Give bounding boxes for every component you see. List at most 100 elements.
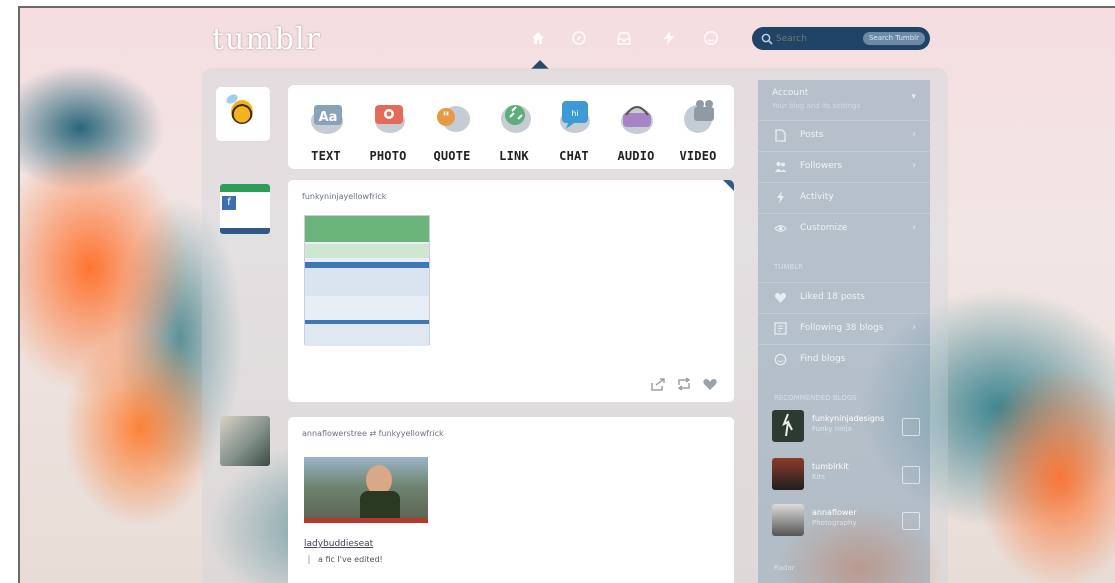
- chevron-right-icon: ›: [912, 129, 916, 140]
- post-type-label: PHOTO: [369, 149, 407, 163]
- follow-button[interactable]: [902, 418, 920, 436]
- post-type-quote[interactable]: " QUOTE: [422, 89, 482, 167]
- sidebar-item-following[interactable]: Following 38 blogs ›: [758, 313, 930, 344]
- post-title[interactable]: ladybuddieseat: [304, 539, 373, 549]
- post-type-chat[interactable]: hi CHAT: [544, 89, 604, 167]
- recommended-label: RECOMMENDED BLOGS: [774, 394, 857, 402]
- recommended-blog[interactable]: annaflower Photography: [772, 504, 922, 544]
- share-icon[interactable]: [650, 376, 666, 391]
- blog-desc: Funky ninja: [812, 425, 852, 433]
- heart-icon: [774, 291, 787, 304]
- blog-avatar: [772, 504, 804, 536]
- chevron-right-icon: ›: [912, 160, 916, 171]
- sidebar: Account Your blog and its settings ▾ Pos…: [758, 80, 930, 583]
- sidebar-item-find-blogs[interactable]: Find blogs: [758, 344, 930, 375]
- post-card: annaflowerstree ⇄ funkyyellowfrick ladyb…: [288, 417, 734, 583]
- home-icon[interactable]: [530, 30, 546, 46]
- link-icon: [501, 105, 531, 133]
- post-actions: [650, 376, 718, 391]
- post-image[interactable]: [304, 457, 428, 523]
- video-icon: [684, 100, 714, 133]
- post-type-photo[interactable]: PHOTO: [358, 89, 418, 167]
- post-author-line[interactable]: funkyninjayellowfrick: [302, 192, 386, 201]
- post-type-text[interactable]: Aa TEXT: [296, 89, 356, 167]
- blog-avatar: [772, 458, 804, 490]
- sidebar-item-label: Followers: [800, 161, 843, 171]
- top-bar: tumblr Search Tumblr: [20, 8, 1115, 69]
- post-reblog-line[interactable]: annaflowerstree ⇄ funkyyellowfrick: [302, 429, 444, 438]
- sidebar-item-label: Activity: [800, 192, 834, 202]
- blog-avatar: [772, 410, 804, 442]
- post-quote-body: a fic I've edited!: [308, 555, 383, 564]
- people-icon: [774, 160, 787, 173]
- post-type-label: LINK: [499, 149, 529, 163]
- lightning-icon: [774, 191, 787, 204]
- following-icon: [774, 322, 787, 335]
- section-label: TUMBLR: [774, 263, 804, 271]
- smiley-icon: [774, 353, 787, 366]
- account-label[interactable]: Account: [772, 88, 808, 98]
- search-icon: [760, 31, 774, 45]
- post-type-bar: Aa TEXT PHOTO " QUOTE LINK hi CHAT AUDIO…: [288, 85, 734, 169]
- blog-name: tumblrkit: [812, 462, 849, 471]
- post-image[interactable]: [304, 215, 430, 346]
- post-type-audio[interactable]: AUDIO: [606, 89, 666, 167]
- sidebar-item-customize[interactable]: Customize ›: [758, 213, 930, 244]
- eye-icon: [774, 222, 787, 235]
- post-type-video[interactable]: VIDEO: [668, 89, 728, 167]
- svg-text:Aa: Aa: [319, 110, 338, 125]
- follow-button[interactable]: [902, 466, 920, 484]
- search-input[interactable]: [774, 30, 858, 48]
- sidebar-item-label: Following 38 blogs: [800, 323, 884, 333]
- quote-icon: ": [437, 106, 470, 132]
- reblog-icon[interactable]: [676, 376, 692, 391]
- post-type-link[interactable]: LINK: [484, 89, 544, 167]
- chat-icon: hi: [560, 101, 590, 133]
- post-type-label: TEXT: [311, 149, 341, 163]
- follow-button[interactable]: [902, 512, 920, 530]
- tumblr-logo[interactable]: tumblr: [212, 22, 321, 57]
- post-corner-fold: [723, 180, 734, 191]
- sidebar-item-label: Customize: [800, 223, 848, 233]
- post-type-label: AUDIO: [617, 149, 655, 163]
- heart-icon[interactable]: [702, 376, 718, 390]
- bee-icon: [231, 100, 253, 124]
- post-author-avatar[interactable]: [220, 416, 270, 466]
- user-avatar[interactable]: [216, 87, 270, 141]
- sidebar-item-likes[interactable]: Liked 18 posts: [758, 282, 930, 313]
- document-icon: [774, 129, 787, 142]
- blog-name: annaflower: [812, 508, 857, 517]
- post-type-label: VIDEO: [679, 149, 717, 163]
- blog-desc: Kits: [812, 473, 825, 481]
- camera-icon: [375, 105, 405, 133]
- svg-text:": ": [442, 110, 449, 126]
- compass-icon[interactable]: [571, 30, 587, 46]
- chevron-right-icon: ›: [912, 322, 916, 333]
- inbox-icon[interactable]: [616, 30, 632, 46]
- blog-name: funkyninjadesigns: [812, 414, 885, 423]
- lightning-icon[interactable]: [661, 30, 677, 46]
- sidebar-item-followers[interactable]: Followers ›: [758, 151, 930, 182]
- post-type-label: QUOTE: [433, 149, 471, 163]
- svg-text:hi: hi: [571, 109, 578, 118]
- headphones-icon: [621, 106, 653, 134]
- post-type-label: CHAT: [559, 149, 589, 163]
- chevron-down-icon[interactable]: ▾: [911, 92, 916, 102]
- search-bar[interactable]: Search Tumblr: [752, 27, 930, 50]
- recommended-blog[interactable]: tumblrkit Kits: [772, 458, 922, 498]
- recommended-blog[interactable]: funkyninjadesigns Funky ninja: [772, 410, 922, 450]
- post-card: funkyninjayellowfrick: [288, 180, 734, 402]
- desktop-frame: tumblr Search Tumblr: [18, 6, 1115, 583]
- post-author-avatar[interactable]: f: [220, 184, 270, 234]
- radar-label: Radar: [774, 564, 795, 572]
- sidebar-item-label: Posts: [800, 130, 824, 140]
- text-icon: Aa: [311, 105, 343, 134]
- sidebar-item-label: Find blogs: [800, 354, 846, 364]
- sidebar-item-label: Liked 18 posts: [800, 292, 865, 302]
- chevron-right-icon: ›: [912, 222, 916, 233]
- sidebar-item-activity[interactable]: Activity: [758, 182, 930, 213]
- sidebar-item-posts[interactable]: Posts ›: [758, 120, 930, 151]
- search-scope-pill[interactable]: Search Tumblr: [862, 32, 925, 45]
- blog-desc: Photography: [812, 519, 857, 527]
- smiley-icon[interactable]: [703, 30, 719, 46]
